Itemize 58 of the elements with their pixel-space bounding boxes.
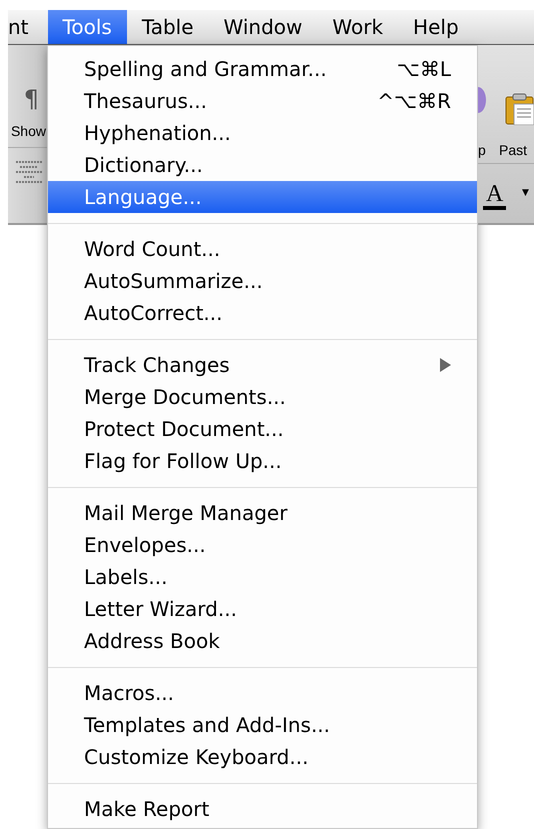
menu-item[interactable]: AutoSummarize... bbox=[48, 265, 477, 297]
menu-bar-item[interactable]: Table bbox=[126, 10, 209, 44]
menu-item-label: Templates and Add-Ins... bbox=[84, 712, 330, 739]
menu-item-label: Dictionary... bbox=[84, 152, 203, 179]
menu-item[interactable]: Word Count... bbox=[48, 233, 477, 265]
menu-item[interactable]: Customize Keyboard... bbox=[48, 741, 477, 773]
menu-item[interactable]: Track Changes bbox=[48, 349, 477, 381]
menu-bar-item[interactable]: nt bbox=[8, 10, 48, 44]
keyboard-shortcut: ⌥⌘L bbox=[396, 56, 451, 83]
menu-bar-item[interactable]: Work bbox=[317, 10, 398, 44]
menu-item-label: AutoSummarize... bbox=[84, 268, 263, 295]
menu-item[interactable]: Make Report bbox=[48, 793, 477, 825]
menu-item[interactable]: Language... bbox=[48, 181, 477, 213]
menu-item[interactable]: Protect Document... bbox=[48, 413, 477, 445]
menu-item[interactable]: Labels... bbox=[48, 561, 477, 593]
align-icon[interactable] bbox=[16, 160, 42, 184]
menu-item-label: Mail Merge Manager bbox=[84, 500, 288, 527]
toolbar-label: p bbox=[478, 143, 486, 157]
menu-item-label: Protect Document... bbox=[84, 416, 284, 443]
menu-item[interactable]: Macros... bbox=[48, 677, 477, 709]
toolbar-label: Past bbox=[499, 143, 528, 157]
menu-item-label: Make Report bbox=[84, 796, 210, 823]
menu-item-label: Letter Wizard... bbox=[84, 596, 237, 623]
menu-item-label: Envelopes... bbox=[84, 532, 206, 559]
menu-item-label: Customize Keyboard... bbox=[84, 744, 308, 771]
menu-item-label: Address Book bbox=[84, 628, 220, 655]
menu-item-label: Spelling and Grammar... bbox=[84, 56, 327, 83]
menu-item-label: Word Count... bbox=[84, 236, 220, 263]
menu-item[interactable]: Templates and Add-Ins... bbox=[48, 709, 477, 741]
pilcrow-icon[interactable]: ¶ bbox=[24, 87, 39, 111]
menu-item-label: Language... bbox=[84, 184, 202, 211]
clipboard-icon[interactable] bbox=[505, 93, 534, 125]
menu-item-label: Macros... bbox=[84, 680, 174, 707]
menu-item-label: Labels... bbox=[84, 564, 168, 591]
caret-icon[interactable]: ▼ bbox=[522, 189, 529, 198]
menu-item[interactable]: Merge Documents... bbox=[48, 381, 477, 413]
menu-item-label: Merge Documents... bbox=[84, 384, 286, 411]
menu-item[interactable]: Letter Wizard... bbox=[48, 593, 477, 625]
menu-bar-item[interactable]: Help bbox=[398, 10, 474, 44]
menu-item[interactable]: Thesaurus... ^⌥⌘R bbox=[48, 85, 477, 117]
menu-item-label: Thesaurus... bbox=[84, 88, 207, 115]
toolbar-label: Show bbox=[10, 124, 46, 138]
menu-item[interactable]: Dictionary... bbox=[48, 149, 477, 181]
keyboard-shortcut: ^⌥⌘R bbox=[377, 88, 451, 115]
menu-item-label: Hyphenation... bbox=[84, 120, 231, 147]
menu-bar-item[interactable]: Window bbox=[208, 10, 318, 44]
menu-item[interactable]: Hyphenation... bbox=[48, 117, 477, 149]
menu-item-label: Track Changes bbox=[84, 352, 230, 379]
menu-item[interactable]: Envelopes... bbox=[48, 529, 477, 561]
menu-item[interactable]: Address Book bbox=[48, 625, 477, 657]
menu-item-label: AutoCorrect... bbox=[84, 300, 223, 327]
menu-bar-item[interactable]: Tools bbox=[48, 10, 127, 44]
menu-item[interactable]: Mail Merge Manager bbox=[48, 497, 477, 529]
font-color-button[interactable]: A bbox=[483, 182, 506, 210]
menu-item[interactable]: AutoCorrect... bbox=[48, 297, 477, 329]
menu-item[interactable]: Spelling and Grammar... ⌥⌘L bbox=[48, 53, 477, 85]
menu-item-label: Flag for Follow Up... bbox=[84, 448, 282, 475]
menu-item[interactable]: Flag for Follow Up... bbox=[48, 445, 477, 477]
